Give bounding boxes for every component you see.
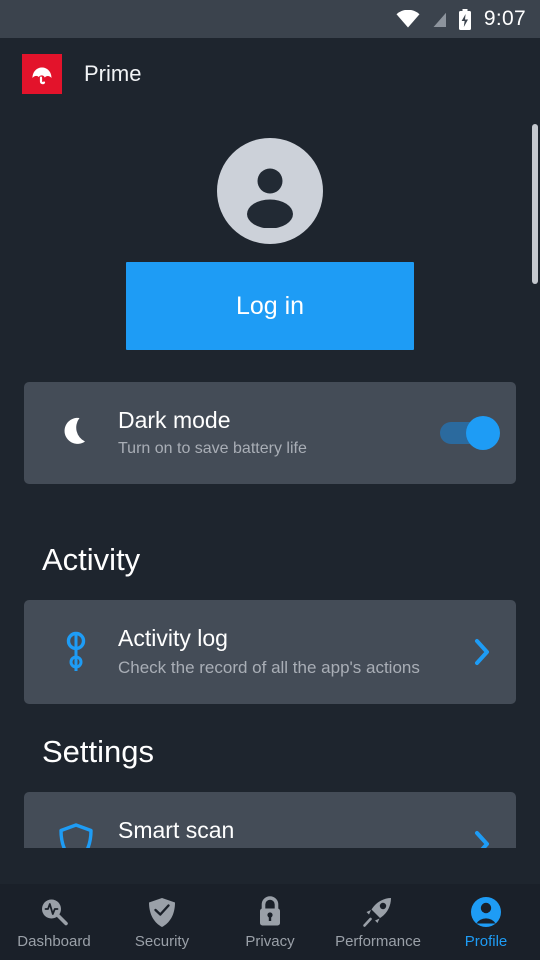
dark-mode-title: Dark mode [118, 407, 231, 433]
dark-mode-row[interactable]: Dark mode Turn on to save battery life [24, 382, 516, 484]
app-screen: 9:07 Prime Log in Dark mode Turn on to s… [0, 0, 540, 960]
dark-mode-toggle[interactable] [440, 416, 500, 450]
toggle-knob [466, 416, 500, 450]
section-heading-activity: Activity [42, 542, 141, 577]
nav-label-performance: Performance [335, 932, 421, 950]
page-title: Prime [84, 61, 142, 86]
chevron-right-icon[interactable] [468, 637, 496, 667]
section-heading-settings: Settings [42, 734, 155, 769]
dark-mode-text: Dark mode Turn on to save battery life [102, 405, 440, 461]
nav-item-dashboard[interactable]: Dashboard [0, 884, 108, 960]
smart-scan-text: Smart scan Configure scanning options [102, 815, 468, 848]
activity-log-subtitle: Check the record of all the app's action… [118, 658, 420, 677]
scroll-content: Log in Dark mode Turn on to save battery… [0, 110, 540, 848]
no-signal-icon [430, 10, 448, 28]
battery-charging-icon [458, 8, 472, 30]
lock-icon [256, 895, 284, 929]
chevron-right-icon[interactable] [468, 829, 496, 848]
activity-log-title: Activity log [118, 625, 228, 651]
dark-mode-subtitle: Turn on to save battery life [118, 440, 307, 457]
status-bar: 9:07 [0, 0, 540, 38]
login-button[interactable]: Log in [126, 262, 414, 350]
smart-scan-subtitle: Configure scanning options [118, 847, 468, 848]
wifi-icon [396, 10, 420, 28]
status-time: 9:07 [483, 7, 526, 30]
user-avatar-placeholder[interactable] [217, 138, 323, 244]
person-circle-icon [470, 895, 502, 929]
nav-label-dashboard: Dashboard [17, 932, 91, 950]
scrollbar[interactable] [532, 110, 540, 848]
scrollbar-thumb[interactable] [532, 124, 538, 284]
rocket-icon [362, 895, 394, 929]
activity-log-text: Activity log Check the record of all the… [102, 623, 468, 681]
nav-item-profile[interactable]: Profile [432, 884, 540, 960]
nav-label-profile: Profile [464, 932, 508, 950]
nav-item-security[interactable]: Security [108, 884, 216, 960]
avatar-container [0, 110, 540, 244]
activity-log-icon [50, 629, 102, 675]
avira-logo-icon [22, 54, 62, 94]
smart-scan-title: Smart scan [118, 817, 235, 843]
nav-item-performance[interactable]: Performance [324, 884, 432, 960]
smart-scan-row[interactable]: Smart scan Configure scanning options [24, 792, 516, 848]
nav-label-privacy: Privacy [245, 932, 295, 950]
nav-label-security: Security [134, 932, 190, 950]
activity-log-row[interactable]: Activity log Check the record of all the… [24, 600, 516, 704]
dashboard-scan-icon [38, 895, 70, 929]
shield-icon [50, 822, 102, 848]
login-container: Log in [0, 244, 540, 350]
nav-item-privacy[interactable]: Privacy [216, 884, 324, 960]
moon-icon [50, 416, 102, 450]
bottom-navigation: Dashboard Security Privacy Performance P… [0, 884, 540, 960]
app-header: Prime [0, 38, 540, 110]
shield-check-icon [147, 895, 177, 929]
